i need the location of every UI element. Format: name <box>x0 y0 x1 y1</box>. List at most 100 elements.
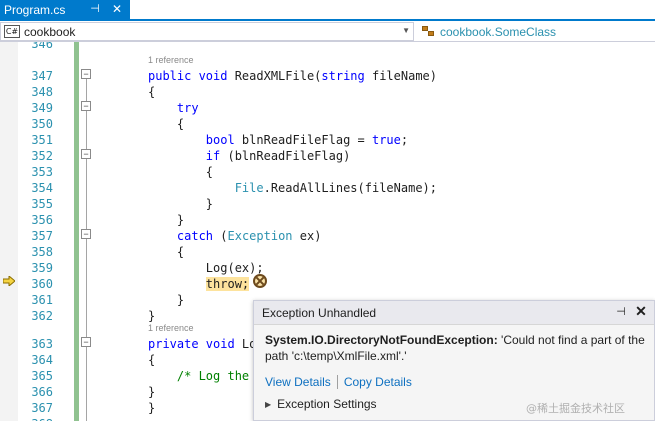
line-number: 346 <box>31 42 53 51</box>
code-token: { <box>148 165 214 179</box>
code-token: File <box>234 181 264 195</box>
code-line[interactable]: 348 { <box>0 84 655 100</box>
exception-settings-label: Exception Settings <box>277 397 377 411</box>
code-text: try <box>148 100 199 116</box>
line-number: 349 <box>31 101 53 115</box>
code-line[interactable]: 354 File.ReadAllLines(fileName); <box>0 180 655 196</box>
codelens-references[interactable]: 1 reference <box>148 54 194 66</box>
line-number: 364 <box>31 353 53 367</box>
exception-icon[interactable] <box>253 274 267 288</box>
code-token: void <box>205 337 242 351</box>
code-token: if <box>205 149 228 163</box>
collapse-toggle[interactable]: − <box>81 149 91 159</box>
code-token: { <box>148 353 156 367</box>
code-text: if (blnReadFileFlag) <box>148 148 351 164</box>
line-number: 347 <box>31 69 53 83</box>
code-text: } <box>148 196 213 212</box>
exception-message: System.IO.DirectoryNotFoundException: 'C… <box>265 332 645 364</box>
watermark: @稀土掘金技术社区 <box>526 402 625 415</box>
line-number: 354 <box>31 181 53 195</box>
pin-icon[interactable]: ⊣ <box>614 305 628 319</box>
collapse-toggle[interactable]: − <box>81 337 91 347</box>
pin-icon[interactable]: ⊣ <box>88 2 102 16</box>
expand-triangle-icon: ▶ <box>265 399 272 409</box>
collapse-toggle[interactable]: − <box>81 101 91 111</box>
code-token: .ReadAllLines(fileName); <box>263 181 437 195</box>
code-token: (blnReadFileFlag) <box>227 149 351 163</box>
project-dropdown[interactable]: C# cookbook ▼ <box>0 22 414 41</box>
code-token: ( <box>220 229 228 243</box>
code-token: { <box>148 85 156 99</box>
code-line[interactable]: 356 } <box>0 212 655 228</box>
code-line[interactable]: 357 catch (Exception ex) <box>0 228 655 244</box>
collapse-toggle[interactable]: − <box>81 229 91 239</box>
code-line[interactable]: 358 { <box>0 244 655 260</box>
line-number: 365 <box>31 369 53 383</box>
collapse-toggle[interactable]: − <box>81 69 91 79</box>
code-text: } <box>148 212 184 228</box>
code-line[interactable]: 355 } <box>0 196 655 212</box>
view-details-link[interactable]: View Details <box>265 375 331 389</box>
class-icon <box>422 25 436 38</box>
code-line[interactable]: 347 public void ReadXMLFile(string fileNa… <box>0 68 655 84</box>
line-number: 367 <box>31 401 53 415</box>
code-line[interactable]: 350 { <box>0 116 655 132</box>
close-icon[interactable]: ✕ <box>634 304 648 318</box>
code-token: ReadXMLFile( <box>234 69 322 83</box>
line-number: 359 <box>31 261 53 275</box>
exception-settings-toggle[interactable]: ▶ Exception Settings <box>265 396 377 412</box>
code-line[interactable]: 349 try <box>0 100 655 116</box>
csharp-project-icon: C# <box>4 25 20 38</box>
code-token: catch <box>176 229 221 243</box>
code-token: } <box>148 213 185 227</box>
code-token: } <box>148 385 156 399</box>
line-number: 351 <box>31 133 53 147</box>
code-line[interactable]: 360 throw; <box>0 276 655 292</box>
tab-program-cs[interactable]: Program.cs ⊣ ✕ <box>0 0 130 19</box>
line-number: 358 <box>31 245 53 259</box>
code-text: } <box>148 292 184 308</box>
code-token: } <box>148 309 156 323</box>
line-number: 363 <box>31 337 53 351</box>
close-icon[interactable]: ✕ <box>110 2 124 16</box>
navigation-bar: C# cookbook ▼ cookbook.SomeClass <box>0 21 655 42</box>
code-token: Log(ex); <box>148 261 264 275</box>
copy-details-link[interactable]: Copy Details <box>344 375 412 389</box>
code-line[interactable]: 352 if (blnReadFileFlag) <box>0 148 655 164</box>
line-number: 350 <box>31 117 53 131</box>
code-token: } <box>148 197 214 211</box>
popup-header: Exception Unhandled ⊣ ✕ <box>254 301 654 325</box>
code-line[interactable]: 351 bool blnReadFileFlag = true; <box>0 132 655 148</box>
code-text: File.ReadAllLines(fileName); <box>148 180 437 196</box>
code-token: fileName) <box>371 69 438 83</box>
type-dropdown[interactable]: cookbook.SomeClass <box>418 22 655 41</box>
line-number: 353 <box>31 165 53 179</box>
code-text: /* Log the <box>148 368 256 384</box>
codelens-references[interactable]: 1 reference <box>148 322 194 334</box>
code-text: { <box>148 164 213 180</box>
code-token: } <box>148 293 185 307</box>
code-token: void <box>198 69 235 83</box>
code-line[interactable]: 359 Log(ex); <box>0 260 655 276</box>
line-number: 348 <box>31 85 53 99</box>
exception-actions: View Details Copy Details <box>265 374 412 390</box>
highlighted-statement: throw; <box>205 277 250 291</box>
code-text: public void ReadXMLFile(string fileName) <box>148 68 437 84</box>
code-token: Exception <box>227 229 300 243</box>
code-text: { <box>148 352 155 368</box>
line-number: 352 <box>31 149 53 163</box>
code-text: Log(ex); <box>148 260 264 276</box>
divider <box>336 375 338 389</box>
code-line[interactable]: 353 { <box>0 164 655 180</box>
code-token: bool <box>205 133 242 147</box>
code-line[interactable]: 346 <box>0 42 655 52</box>
code-token: string <box>321 69 372 83</box>
code-text: throw; <box>148 276 250 292</box>
code-text: { <box>148 84 155 100</box>
code-token: { <box>148 117 185 131</box>
current-statement-arrow-icon <box>3 276 15 286</box>
